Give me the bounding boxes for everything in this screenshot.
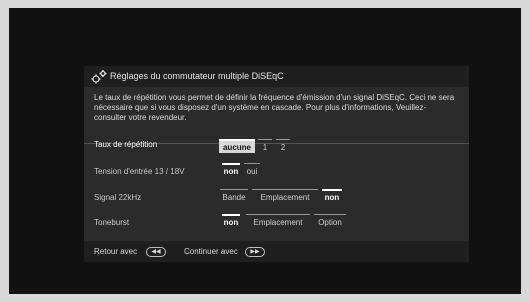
option-22khz-bande[interactable]: Bande — [220, 189, 248, 202]
row-label-toneburst: Toneburst — [94, 218, 130, 227]
option-repetition-2[interactable]: 2 — [276, 139, 290, 152]
diseqc-settings-dialog: Réglages du commutateur multiple DiSEqC … — [84, 66, 469, 262]
back-label: Retour avec — [94, 247, 138, 256]
option-toneburst-emplacement[interactable]: Emplacement — [246, 214, 310, 227]
tv-screen: Réglages du commutateur multiple DiSEqC … — [9, 8, 521, 294]
dialog-title: Réglages du commutateur multiple DiSEqC — [110, 71, 284, 81]
continue-label: Continuer avec — [184, 247, 238, 256]
row-label-input-voltage: Tension d'entrée 13 / 18V — [94, 167, 185, 176]
dialog-titlebar: Réglages du commutateur multiple DiSEqC — [84, 66, 469, 87]
option-voltage-oui[interactable]: oui — [244, 163, 260, 176]
rewind-key-icon[interactable]: ◀◀ — [146, 247, 166, 257]
dialog-description: Le taux de répétition vous permet de déf… — [94, 93, 455, 122]
option-toneburst-non[interactable]: non — [222, 214, 240, 227]
option-voltage-non[interactable]: non — [222, 163, 240, 176]
option-22khz-emplacement[interactable]: Emplacement — [252, 189, 318, 202]
gear-icon — [91, 70, 107, 84]
row-label-signal-22khz: Signal 22kHz — [94, 193, 142, 202]
forward-key-icon[interactable]: ▶▶ — [245, 247, 265, 257]
dialog-footer: Retour avec ◀◀ Continuer avec ▶▶ — [84, 241, 469, 262]
option-repetition-aucune[interactable]: aucune — [219, 139, 255, 153]
option-repetition-1[interactable]: 1 — [258, 139, 272, 152]
option-toneburst-option[interactable]: Option — [314, 214, 346, 227]
option-22khz-non[interactable]: non — [322, 189, 342, 202]
row-label-repetition-rate: Taux de répétition — [94, 140, 158, 149]
